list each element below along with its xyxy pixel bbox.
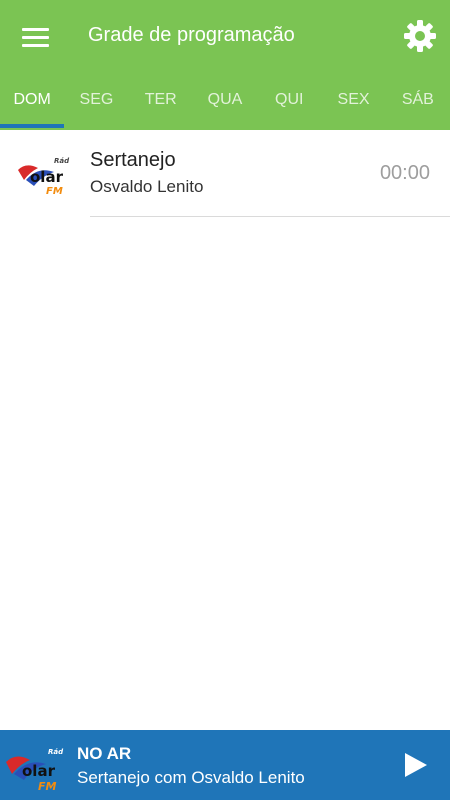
logo-solar-text: olar: [22, 762, 56, 780]
program-time: 00:00: [379, 162, 430, 184]
tab-sex[interactable]: SEX: [321, 76, 385, 128]
play-icon[interactable]: [396, 746, 434, 784]
hamburger-menu-icon[interactable]: [16, 20, 54, 54]
logo-rad-text: Rád: [48, 748, 64, 756]
program-host: Osvaldo Lenito: [90, 177, 204, 196]
tab-qua[interactable]: QUA: [193, 76, 257, 128]
now-playing-bar[interactable]: Rád olar FM NO AR Sertanejo com Osvaldo …: [0, 730, 450, 800]
now-playing-text: Sertanejo com Osvaldo Lenito: [77, 768, 305, 787]
station-logo: Rád olar FM: [6, 748, 64, 792]
tab-dom[interactable]: DOM: [0, 76, 65, 128]
gear-icon[interactable]: [400, 16, 440, 56]
app-bar: Grade de programação DOM SEG TER QUA QUI…: [0, 0, 450, 130]
tab-qui[interactable]: QUI: [257, 76, 321, 128]
logo-solar-text: olar: [30, 168, 64, 186]
schedule-list-item[interactable]: Rád olar FM Sertanejo Osvaldo Lenito 00:…: [0, 130, 450, 218]
day-tabs: DOM SEG TER QUA QUI SEX SÁB: [0, 76, 450, 128]
program-title: Sertanejo: [90, 149, 176, 171]
tab-ter[interactable]: TER: [129, 76, 193, 128]
on-air-label: NO AR: [77, 744, 132, 763]
logo-fm-text: FM: [38, 780, 57, 792]
station-logo: Rád olar FM: [18, 157, 70, 196]
list-divider: [90, 216, 450, 217]
logo-fm-text: FM: [46, 186, 63, 196]
page-title: Grade de programação: [88, 24, 295, 46]
tab-seg[interactable]: SEG: [64, 76, 128, 128]
tab-sab[interactable]: SÁB: [386, 76, 450, 128]
logo-rad-text: Rád: [54, 157, 70, 165]
